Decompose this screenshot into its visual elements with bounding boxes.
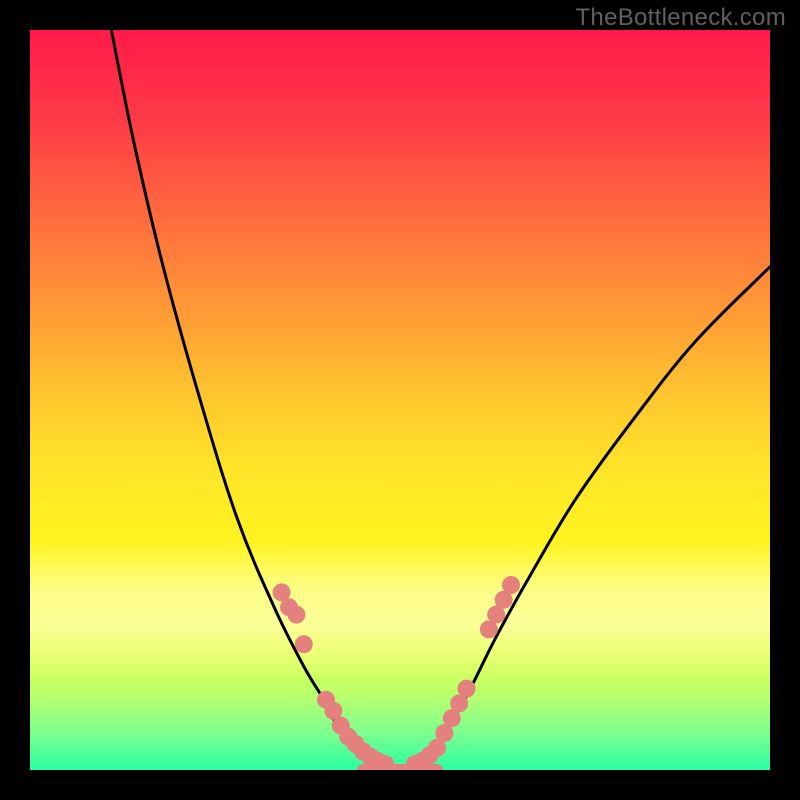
curve-left-curve: [111, 30, 385, 766]
data-marker: [502, 576, 520, 594]
data-marker: [458, 680, 476, 698]
data-marker: [287, 606, 305, 624]
chart-frame: TheBottleneck.com: [0, 0, 800, 800]
curves-svg: [30, 30, 770, 770]
data-marker: [295, 635, 313, 653]
watermark-text: TheBottleneck.com: [575, 4, 786, 32]
plot-area: [30, 30, 770, 770]
